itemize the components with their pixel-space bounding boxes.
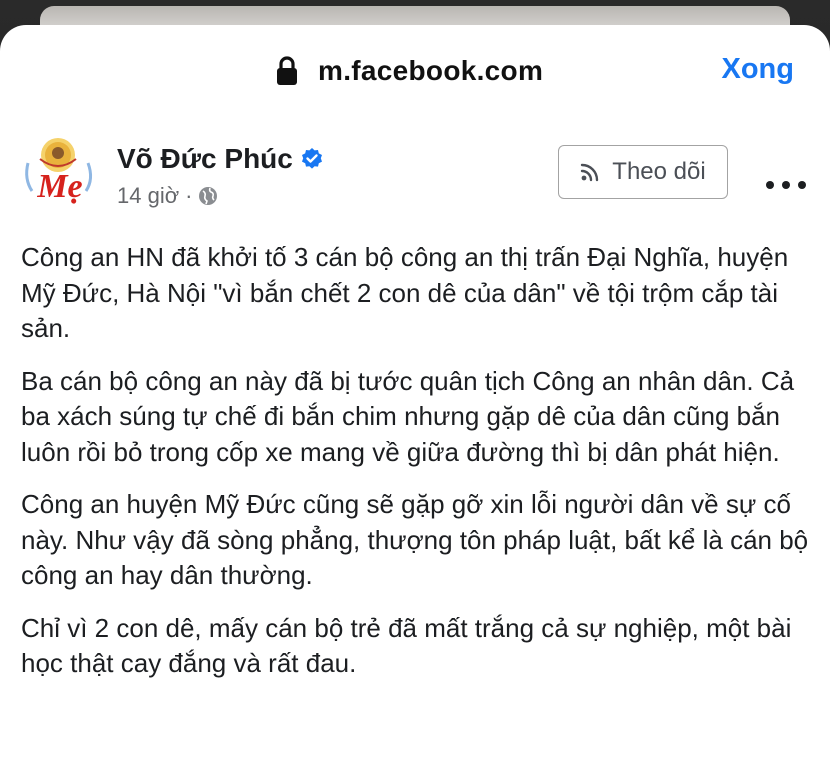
url-bar[interactable]: m.facebook.com: [276, 53, 543, 89]
url-text: m.facebook.com: [318, 55, 544, 86]
post-paragraph: Công an huyện Mỹ Đức cũng sẽ gặp gỡ xin …: [21, 489, 809, 590]
avatar-image: Mẹ: [22, 133, 98, 209]
post-body: Công an HN đã khởi tố 3 cán bộ công an t…: [21, 240, 811, 699]
post-meta: 14 giờ ·: [117, 183, 218, 209]
author-row: Võ Đức Phúc: [117, 143, 324, 175]
done-button[interactable]: Xong: [722, 53, 795, 86]
post-paragraph: Công an HN đã khởi tố 3 cán bộ công an t…: [21, 242, 789, 343]
more-horizontal-icon-dot: [782, 181, 790, 189]
rss-icon: [581, 163, 599, 182]
browser-sheet: m.facebook.com Xong Mẹ Võ Đức Phúc 14 gi…: [0, 25, 830, 765]
browser-top-bar: m.facebook.com Xong: [0, 25, 830, 115]
post-paragraph: Chỉ vì 2 con dê, mấy cán bộ trẻ đã mất t…: [21, 612, 792, 679]
avatar-text: Mẹ: [36, 168, 82, 205]
meta-separator: ·: [185, 183, 193, 208]
avatar[interactable]: Mẹ: [22, 133, 98, 209]
globe-icon: [199, 187, 218, 205]
post-time[interactable]: 14 giờ: [117, 183, 179, 209]
author-name[interactable]: Võ Đức Phúc: [117, 143, 293, 175]
more-horizontal-icon: [766, 181, 774, 189]
verified-badge-icon: [301, 148, 322, 169]
follow-label: Theo dõi: [612, 158, 706, 185]
more-horizontal-icon-dot: [798, 181, 806, 189]
post-paragraph: Ba cán bộ công an này đã bị tước quân tị…: [21, 365, 795, 467]
more-options-button[interactable]: [766, 175, 806, 195]
lock-icon: [277, 56, 297, 85]
follow-button[interactable]: Theo dõi: [558, 145, 728, 199]
